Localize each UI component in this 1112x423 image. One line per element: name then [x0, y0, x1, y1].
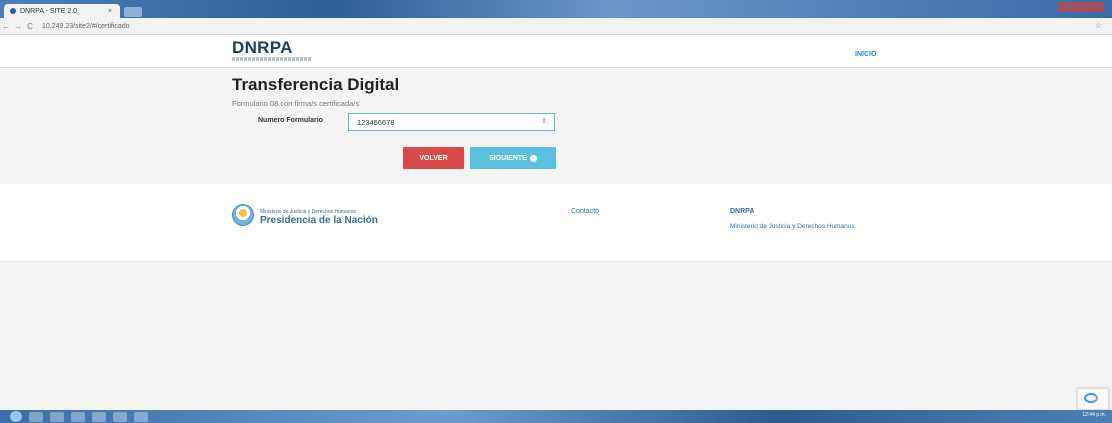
numero-formulario-label: Numero Formulario [258, 117, 323, 124]
volver-label: VOLVER [419, 154, 448, 162]
start-button-icon[interactable] [10, 411, 22, 422]
siguiente-button[interactable]: SIGUIENTE › [470, 147, 556, 169]
back-icon[interactable]: ← [0, 22, 12, 31]
window-controls[interactable] [1058, 2, 1104, 12]
taskbar-app-icon[interactable] [113, 411, 127, 422]
footer-presidencia-logo[interactable]: Presidencia de la Nación [260, 215, 378, 226]
national-emblem-icon [232, 204, 254, 226]
page-title: Transferencia Digital [232, 75, 400, 94]
number-spinner-icon[interactable]: ⇕ [541, 117, 547, 125]
page-subtitle: Formulario 08 con firma/s certificada/s [232, 99, 360, 108]
page-empty-area [0, 262, 1112, 410]
site-footer [0, 184, 1112, 262]
browser-tab[interactable]: DNRPA - SITE 2.0 × [4, 4, 120, 18]
taskbar-ie-icon[interactable] [29, 411, 43, 422]
forward-icon[interactable]: → [12, 22, 24, 31]
url-field[interactable]: 10.249.23/site2/#/certificado [42, 23, 130, 30]
footer-dnrpa-link[interactable]: DNRPA [730, 208, 754, 215]
main-panel [0, 68, 1112, 184]
site-header [0, 36, 1112, 68]
volver-button[interactable]: VOLVER [403, 147, 464, 169]
footer-contacto-link[interactable]: Contacto [571, 208, 599, 215]
bookmark-star-icon[interactable]: ☆ [1095, 21, 1102, 30]
tab-title: DNRPA - SITE 2.0 [20, 7, 78, 15]
tab-close-icon[interactable]: × [108, 8, 112, 15]
browser-tabstrip: DNRPA - SITE 2.0 × [0, 0, 1112, 18]
taskbar-folder-icon[interactable] [50, 411, 64, 422]
taskbar-chrome-icon[interactable] [92, 411, 106, 422]
site-favicon-icon [10, 8, 16, 14]
os-taskbar: 12:44 p.m. [0, 410, 1112, 423]
arrow-circle-icon: › [529, 154, 537, 162]
taskbar-media-icon[interactable] [71, 411, 85, 422]
dnrpa-logo[interactable]: DNRPA [232, 38, 293, 58]
nav-inicio-link[interactable]: INICIO [855, 51, 876, 58]
new-tab-button[interactable] [124, 7, 142, 17]
address-bar: ← → C 10.249.23/site2/#/certificado ☆ [0, 18, 1112, 35]
taskbar-app2-icon[interactable] [134, 411, 148, 422]
taskbar-clock: 12:44 p.m. [1082, 412, 1106, 418]
siguiente-label: SIGUIENTE [489, 154, 527, 162]
logo-subtitle-graphic [232, 57, 312, 61]
footer-ministerio-link[interactable]: Ministerio de Justicia y Derechos Humano… [730, 222, 890, 231]
numero-formulario-input[interactable] [348, 113, 555, 131]
recaptcha-icon [1084, 393, 1098, 403]
recaptcha-badge[interactable] [1077, 388, 1109, 410]
reload-icon[interactable]: C [24, 22, 36, 31]
